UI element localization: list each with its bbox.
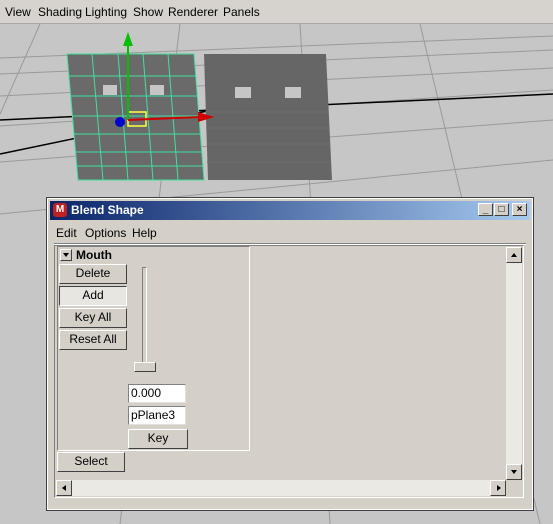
window-titlebar[interactable]: M Blend Shape _ □ × bbox=[50, 201, 530, 220]
maya-logo-icon: M bbox=[53, 203, 67, 217]
minimize-button[interactable]: _ bbox=[478, 203, 493, 216]
add-button[interactable]: Add bbox=[59, 286, 127, 306]
target-name-field[interactable]: pPlane3 bbox=[128, 406, 186, 425]
blend-shape-content: Mouth Delete Add Key All Reset All 0.000… bbox=[54, 245, 524, 498]
window-title: Blend Shape bbox=[71, 203, 144, 217]
vertical-scrollbar[interactable] bbox=[506, 247, 522, 480]
collapse-arrow-icon[interactable] bbox=[60, 249, 72, 261]
menu-view[interactable]: View bbox=[5, 5, 31, 19]
key-all-button[interactable]: Key All bbox=[59, 308, 127, 328]
scroll-down-icon[interactable] bbox=[506, 464, 522, 480]
window-menubar: Edit Options Help bbox=[50, 222, 530, 242]
menu-shading[interactable]: Shading bbox=[38, 5, 82, 19]
horizontal-scrollbar[interactable] bbox=[56, 480, 506, 496]
blend-shape-node-panel: Mouth Delete Add Key All Reset All 0.000… bbox=[57, 246, 250, 451]
scroll-right-icon[interactable] bbox=[490, 480, 506, 496]
scroll-left-icon[interactable] bbox=[56, 480, 72, 496]
select-button[interactable]: Select bbox=[57, 452, 125, 472]
weight-slider-track[interactable] bbox=[142, 267, 147, 369]
menu-options[interactable]: Options bbox=[85, 226, 126, 240]
menu-show[interactable]: Show bbox=[133, 5, 163, 19]
blend-node-name: Mouth bbox=[76, 248, 112, 262]
weight-slider-handle[interactable] bbox=[134, 362, 156, 372]
delete-button[interactable]: Delete bbox=[59, 264, 127, 284]
key-button[interactable]: Key bbox=[128, 429, 188, 449]
scrollbar-corner bbox=[506, 480, 522, 496]
close-button[interactable]: × bbox=[512, 203, 527, 216]
scroll-up-icon[interactable] bbox=[506, 247, 522, 263]
menu-panels[interactable]: Panels bbox=[223, 5, 260, 19]
reset-all-button[interactable]: Reset All bbox=[59, 330, 127, 350]
maximize-button[interactable]: □ bbox=[494, 203, 509, 216]
viewport-menubar: View Shading Lighting Show Renderer Pane… bbox=[0, 0, 553, 24]
y-axis-arrow-icon bbox=[123, 32, 133, 46]
z-axis-handle-icon bbox=[115, 117, 125, 127]
menu-renderer[interactable]: Renderer bbox=[168, 5, 218, 19]
weight-field[interactable]: 0.000 bbox=[128, 384, 186, 403]
menu-lighting[interactable]: Lighting bbox=[85, 5, 127, 19]
target-plane-mesh bbox=[204, 54, 332, 180]
blend-shape-window: M Blend Shape _ □ × Edit Options Help Mo… bbox=[46, 197, 534, 511]
menu-edit[interactable]: Edit bbox=[56, 226, 77, 240]
menu-help[interactable]: Help bbox=[132, 226, 157, 240]
